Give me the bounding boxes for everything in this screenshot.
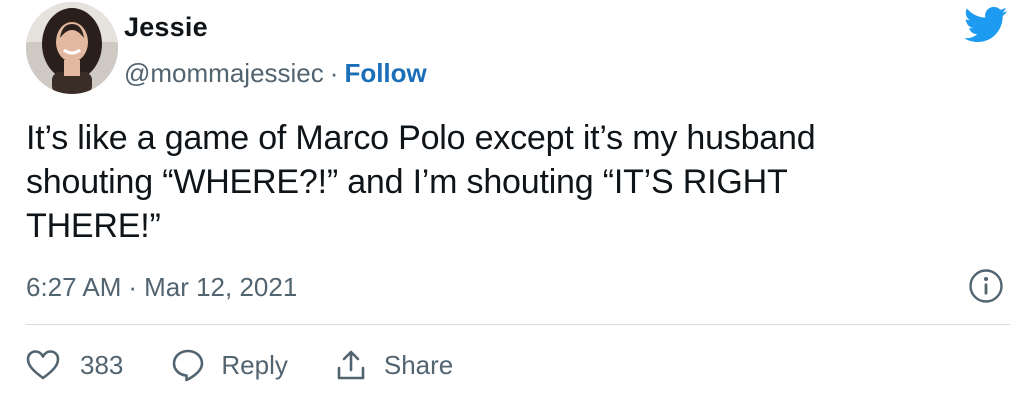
tweet-time: 6:27 AM [26, 272, 122, 302]
twitter-bird-icon[interactable] [964, 6, 1008, 44]
reply-label: Reply [221, 349, 288, 380]
display-name[interactable]: Jessie [124, 10, 427, 44]
like-count: 383 [80, 349, 124, 380]
share-button[interactable]: Share [334, 348, 453, 382]
tweet-timestamp[interactable]: 6:27 AM · Mar 12, 2021 [26, 270, 297, 304]
speech-bubble-icon [173, 349, 204, 382]
separator-dot: · [329, 58, 339, 88]
separator-dot: · [128, 272, 138, 302]
info-icon[interactable] [968, 268, 1004, 304]
reply-button[interactable]: Reply [171, 348, 288, 382]
tweet-text: It’s like a game of Marco Polo except it… [26, 119, 816, 245]
handle-row: @mommajessiec · Follow [124, 57, 427, 89]
heart-icon [26, 350, 60, 380]
follow-button[interactable]: Follow [344, 58, 426, 88]
user-handle[interactable]: @mommajessiec [124, 58, 324, 88]
like-button[interactable]: 383 [26, 349, 123, 381]
divider [26, 324, 1010, 325]
share-label: Share [383, 349, 454, 380]
action-bar: 383 Reply Share [26, 343, 453, 387]
tweet-date: Mar 12, 2021 [144, 272, 298, 302]
author-block: Jessie @mommajessiec · Follow [124, 10, 427, 89]
share-arrow-icon [337, 350, 365, 380]
avatar[interactable] [26, 2, 118, 94]
tweet-card: Jessie @mommajessiec · Follow It’s like a … [0, 0, 1024, 402]
